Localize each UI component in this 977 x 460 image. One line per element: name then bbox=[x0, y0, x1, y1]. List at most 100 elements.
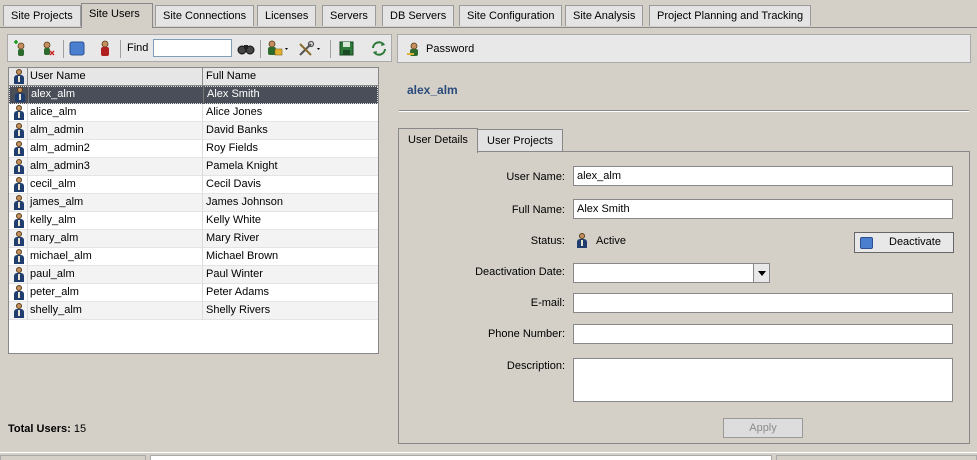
tab-licenses[interactable]: Licenses bbox=[257, 5, 317, 26]
tab-servers[interactable]: Servers bbox=[322, 5, 376, 26]
grid-header: User Name Full Name bbox=[9, 68, 378, 86]
users-toolbar: Find bbox=[7, 34, 392, 62]
remove-user-icon[interactable] bbox=[39, 40, 57, 57]
total-users: Total Users: 15 bbox=[8, 423, 86, 435]
tab-site-connections[interactable]: Site Connections bbox=[155, 5, 255, 26]
deactivate-icon[interactable] bbox=[68, 40, 86, 57]
tab-user-projects[interactable]: User Projects bbox=[477, 129, 564, 152]
table-row[interactable]: kelly_alm Kelly White bbox=[9, 211, 378, 230]
chevron-down-icon[interactable] bbox=[753, 264, 769, 282]
user-icon bbox=[13, 140, 24, 156]
table-row[interactable]: cecil_alm Cecil Davis bbox=[9, 175, 378, 194]
table-row[interactable]: james_alm James Johnson bbox=[9, 193, 378, 212]
tab-site-projects[interactable]: Site Projects bbox=[3, 5, 81, 26]
user-name-cell: alice_alm bbox=[28, 103, 203, 122]
users-grid: User Name Full Name alex_alm Alex Smith al… bbox=[8, 67, 379, 354]
description-field[interactable] bbox=[573, 358, 953, 402]
full-name-cell: David Banks bbox=[206, 123, 268, 136]
table-row[interactable]: peter_alm Peter Adams bbox=[9, 283, 378, 302]
deactivation-date-picker[interactable] bbox=[573, 263, 770, 283]
import-users-icon[interactable] bbox=[265, 40, 291, 57]
status-text: Active bbox=[596, 235, 626, 247]
table-row[interactable]: alm_admin3 Pamela Knight bbox=[9, 157, 378, 176]
user-type-cell bbox=[9, 103, 28, 122]
tab-site-configuration[interactable]: Site Configuration bbox=[459, 5, 563, 26]
users-panel: Find User Name Full Name alex_alm Alex Sm… bbox=[7, 34, 392, 442]
full-name-cell: Paul Winter bbox=[206, 267, 263, 280]
user-icon bbox=[13, 212, 24, 228]
user-icon bbox=[13, 230, 24, 246]
full-name-cell: Alice Jones bbox=[206, 105, 263, 118]
password-toolbar: Password bbox=[397, 34, 971, 63]
deactivate-button[interactable]: Deactivate bbox=[854, 232, 954, 253]
table-row[interactable]: mary_alm Mary River bbox=[9, 229, 378, 248]
user-type-cell bbox=[9, 139, 28, 158]
email-field[interactable] bbox=[573, 293, 953, 313]
user-icon bbox=[13, 176, 24, 192]
user-name-column-header[interactable]: User Name bbox=[28, 68, 203, 85]
user-type-cell bbox=[9, 247, 28, 266]
tools-icon[interactable] bbox=[298, 40, 324, 57]
phone-number-field[interactable] bbox=[573, 324, 953, 344]
user-details-form: User Name: Full Name: Status: Active Dea… bbox=[398, 151, 970, 444]
deactivate-label: Deactivate bbox=[889, 236, 941, 248]
apply-button[interactable]: Apply bbox=[723, 418, 803, 438]
grid-rows: alex_alm Alex Smith alice_alm Alice Jones al… bbox=[9, 86, 378, 320]
total-users-label: Total Users: bbox=[8, 423, 71, 435]
deactivate-icon bbox=[860, 237, 873, 249]
user-name-field[interactable] bbox=[573, 166, 953, 186]
user-type-cell bbox=[10, 86, 29, 104]
email-label: E-mail: bbox=[530, 297, 565, 309]
full-name-cell: Peter Adams bbox=[206, 285, 269, 298]
table-row[interactable]: paul_alm Paul Winter bbox=[9, 265, 378, 284]
full-name-cell: Michael Brown bbox=[206, 249, 279, 262]
user-type-cell bbox=[9, 265, 28, 284]
user-icon bbox=[13, 122, 24, 138]
refresh-icon[interactable] bbox=[370, 40, 388, 57]
status-value: Active bbox=[574, 233, 626, 249]
tab-site-users[interactable]: Site Users bbox=[81, 3, 153, 28]
toolbar-separator bbox=[260, 40, 261, 58]
table-row[interactable]: michael_alm Michael Brown bbox=[9, 247, 378, 266]
bottom-panel-edges bbox=[0, 452, 977, 460]
table-row[interactable]: alm_admin2 Roy Fields bbox=[9, 139, 378, 158]
user-type-cell bbox=[9, 175, 28, 194]
user-type-cell bbox=[9, 211, 28, 230]
table-row[interactable]: alm_admin David Banks bbox=[9, 121, 378, 140]
user-name-cell: peter_alm bbox=[28, 283, 203, 302]
user-icon bbox=[13, 284, 24, 300]
tab-db-servers[interactable]: DB Servers bbox=[382, 5, 455, 26]
user-icon bbox=[13, 104, 24, 120]
full-name-cell: Cecil Davis bbox=[206, 177, 262, 190]
full-name-field[interactable] bbox=[573, 199, 953, 219]
status-label: Status: bbox=[530, 235, 565, 247]
bottom-panel-right bbox=[776, 455, 977, 460]
user-name-cell: kelly_alm bbox=[28, 211, 203, 230]
user-connections-icon[interactable] bbox=[96, 40, 114, 57]
user-name-cell: michael_alm bbox=[28, 247, 203, 266]
user-type-cell bbox=[9, 301, 28, 320]
table-row[interactable]: alex_alm Alex Smith bbox=[9, 86, 378, 104]
user-type-column-header[interactable] bbox=[9, 68, 28, 85]
password-button[interactable]: Password bbox=[404, 40, 474, 58]
save-icon[interactable] bbox=[338, 40, 356, 57]
full-name-column-header[interactable]: Full Name bbox=[203, 68, 378, 85]
user-name-cell: mary_alm bbox=[28, 229, 203, 248]
full-name-cell: Mary River bbox=[206, 231, 260, 244]
find-icon[interactable] bbox=[237, 40, 255, 57]
tab-user-details[interactable]: User Details bbox=[398, 128, 478, 153]
tab-project-planning-and-tracking[interactable]: Project Planning and Tracking bbox=[649, 5, 812, 26]
user-icon bbox=[14, 87, 25, 102]
add-user-icon[interactable] bbox=[12, 40, 30, 57]
user-type-cell bbox=[9, 193, 28, 212]
table-row[interactable]: shelly_alm Shelly Rivers bbox=[9, 301, 378, 320]
table-row[interactable]: alice_alm Alice Jones bbox=[9, 103, 378, 122]
bottom-panel-left bbox=[0, 455, 146, 460]
user-icon bbox=[13, 266, 24, 282]
find-input[interactable] bbox=[153, 39, 232, 57]
user-name-cell: shelly_alm bbox=[28, 301, 203, 320]
tab-site-analysis[interactable]: Site Analysis bbox=[565, 5, 644, 26]
full-name-cell: Kelly White bbox=[206, 213, 262, 226]
main-tab-bar: Site Projects Site Users Site Connection… bbox=[0, 0, 977, 28]
user-name-label: User Name: bbox=[506, 171, 565, 183]
